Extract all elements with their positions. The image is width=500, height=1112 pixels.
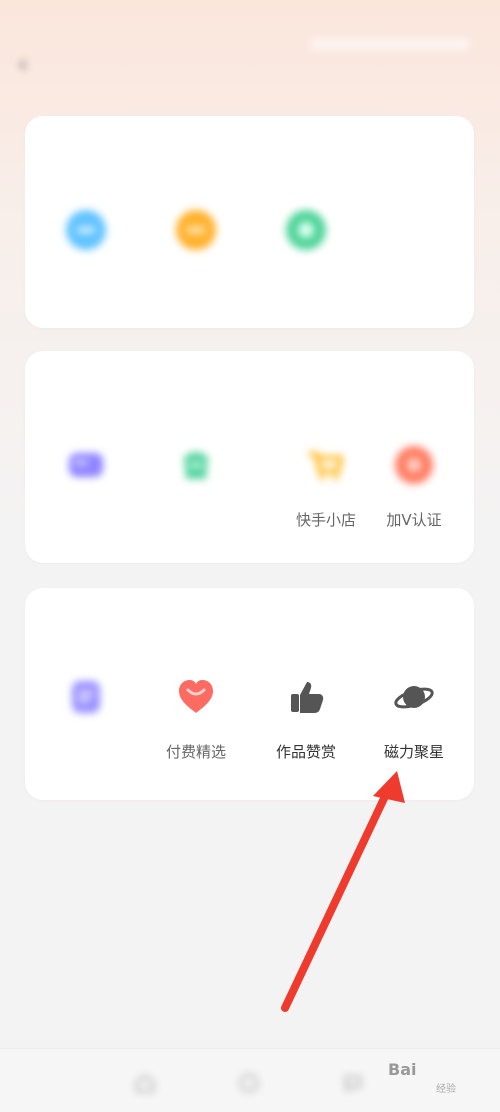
red-badge-icon (390, 441, 438, 489)
purple-card-icon (62, 441, 110, 489)
orange-circle-icon (172, 206, 220, 254)
service-item-10[interactable]: 作品赞赏 (250, 673, 362, 762)
service-item-7[interactable]: 加V认证 (358, 441, 470, 530)
baidu-watermark: Bai 经验 (388, 1060, 478, 1100)
service-item-11[interactable]: 磁力聚星 (358, 673, 470, 762)
watermark-subtext: 经验 (436, 1084, 456, 1095)
green-bag-icon (172, 441, 220, 489)
chevron-left-icon[interactable]: ‹ (18, 52, 42, 76)
service-item-7-label: 加V认证 (386, 511, 442, 529)
service-item-9-label: 付费精选 (165, 743, 226, 761)
service-item-11-label: 磁力聚星 (383, 743, 444, 761)
planet-icon (390, 673, 438, 721)
service-item-9[interactable]: 付费精选 (140, 673, 252, 762)
green-circle-icon (282, 206, 330, 254)
watermark-logo-text: Bai (388, 1060, 417, 1079)
service-item-1[interactable] (30, 206, 142, 274)
service-card-3: 付费精选 作品赞赏 磁力聚星 (25, 588, 474, 800)
service-item-5[interactable] (140, 441, 252, 509)
service-item-8[interactable] (30, 673, 142, 741)
red-heart-icon (172, 673, 220, 721)
purple-document-icon (62, 673, 110, 721)
service-item-4[interactable] (30, 441, 142, 509)
service-item-2[interactable] (140, 206, 252, 274)
service-item-10-label: 作品赞赏 (275, 743, 336, 761)
thumbs-up-icon (282, 673, 330, 721)
message-icon[interactable] (342, 1072, 364, 1094)
service-item-3[interactable] (250, 206, 362, 274)
blue-circle-icon (62, 206, 110, 254)
home-icon[interactable] (134, 1072, 156, 1094)
service-card-1 (25, 116, 474, 328)
service-card-2: 快手小店 加V认证 (25, 351, 474, 563)
status-bar-area (310, 38, 470, 50)
page-header: ‹ (0, 30, 500, 100)
yellow-cart-icon (302, 441, 350, 489)
discover-icon[interactable] (238, 1072, 260, 1094)
